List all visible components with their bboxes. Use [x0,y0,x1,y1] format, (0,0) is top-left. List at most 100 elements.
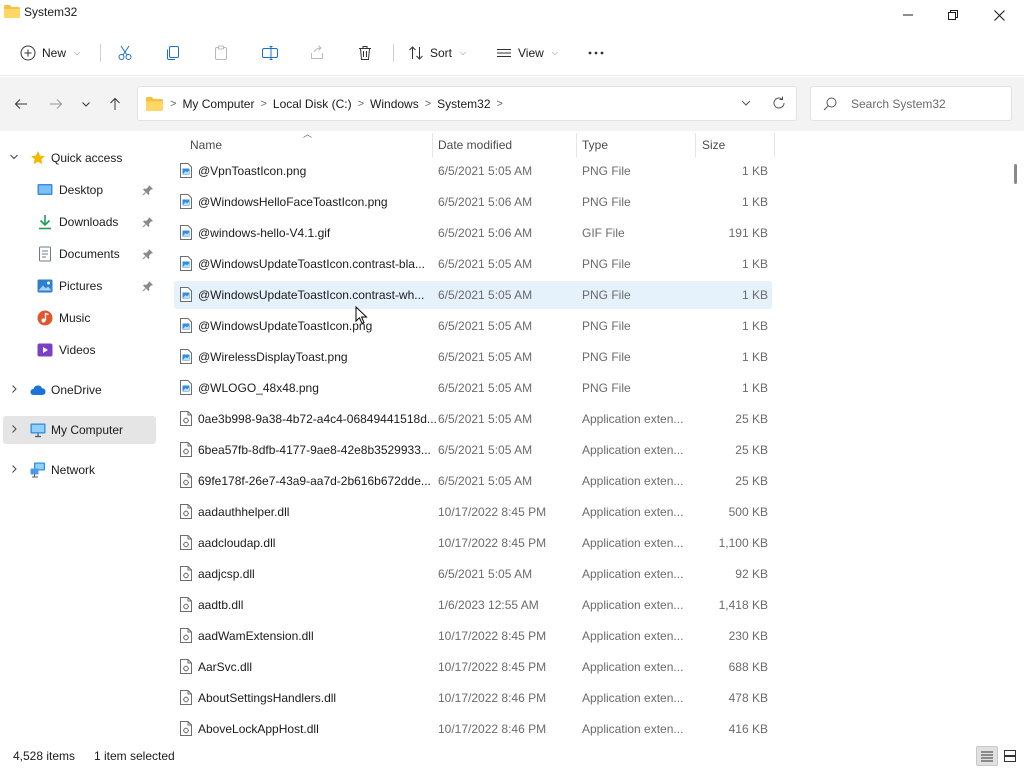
breadcrumb-my-computer[interactable]: My Computer [179,97,257,111]
paste-button[interactable] [213,38,229,68]
navigation-pane: Quick access Desktop Downloads Documents… [0,131,158,742]
file-name: @WirelessDisplayToast.png [198,350,348,364]
sidebar-item-documents[interactable]: Documents [3,240,156,268]
plus-circle-icon [20,45,36,61]
table-row[interactable]: aadjcsp.dll 6/5/2021 5:05 AM Application e… [174,560,772,588]
image-file-icon [180,225,192,243]
address-bar[interactable]: > My Computer > Local Disk (C:) > Window… [137,86,797,121]
chevron-right-icon[interactable] [9,424,19,434]
status-bar: 4,528 items 1 item selected [0,742,1024,768]
view-button[interactable]: View ⌵ [496,38,558,68]
file-name: AarSvc.dll [198,660,253,674]
breadcrumb-windows[interactable]: Windows [367,97,422,111]
table-row[interactable]: AarSvc.dll 10/17/2022 8:45 PM Application … [174,653,772,681]
forward-button[interactable] [46,94,66,114]
breadcrumb-chevron-icon[interactable]: > [355,98,367,110]
table-row[interactable]: @WirelessDisplayToast.png 6/5/2021 5:05 A… [174,343,772,371]
table-row[interactable]: AboveLockAppHost.dll 10/17/2022 8:46 PM Ap… [174,715,772,743]
sidebar-item-network[interactable]: Network [3,456,156,484]
file-type: Application exten... [582,598,684,612]
column-header-size[interactable]: Size [702,131,725,159]
sidebar-item-pictures[interactable]: Pictures [3,272,156,300]
rename-icon [262,46,278,60]
table-row[interactable]: 69fe178f-26e7-43a9-aa7d-2b616b672dde... 6… [174,467,772,495]
column-divider[interactable] [576,133,577,157]
file-date-modified: 10/17/2022 8:45 PM [438,505,547,519]
sidebar-item-quick-access[interactable]: Quick access [3,144,156,172]
up-button[interactable] [105,94,125,114]
breadcrumb-local-disk[interactable]: Local Disk (C:) [270,97,355,111]
restore-button[interactable] [930,0,976,30]
table-row[interactable]: aadWamExtension.dll 10/17/2022 8:45 PM App… [174,622,772,650]
table-row[interactable]: @windows-hello-V4.1.gif 6/5/2021 5:06 AM G… [174,219,772,247]
sidebar-item-desktop[interactable]: Desktop [3,176,156,204]
file-type: PNG File [582,288,631,302]
breadcrumb-chevron-icon[interactable]: > [257,98,269,110]
file-size: 1 KB [741,319,768,333]
table-row[interactable]: @VpnToastIcon.png 6/5/2021 5:05 AM PNG Fil… [174,157,772,185]
refresh-button[interactable] [771,95,787,114]
sidebar-item-music[interactable]: Music [3,304,156,332]
table-row[interactable]: @WindowsUpdateToastIcon.contrast-bla... 6… [174,250,772,278]
file-type: Application exten... [582,660,684,674]
column-divider[interactable] [774,133,775,157]
table-row[interactable]: aadtb.dll 1/6/2023 12:55 AM Application ex… [174,591,772,619]
address-history-button[interactable] [738,95,754,114]
table-row[interactable]: @WindowsUpdateToastIcon.png 6/5/2021 5:05… [174,312,772,340]
pin-icon [142,185,153,196]
sidebar-item-my-computer[interactable]: My Computer [3,416,156,444]
minimize-button[interactable] [885,0,931,30]
rename-button[interactable] [261,38,279,68]
table-row[interactable]: AboutSettingsHandlers.dll 10/17/2022 8:46… [174,684,772,712]
table-row[interactable]: 6bea57fb-8dfb-4177-9ae8-42e8b3529933... 6… [174,436,772,464]
recent-locations-button[interactable] [76,94,96,114]
column-divider[interactable] [695,133,696,157]
column-header-type[interactable]: Type [582,131,608,159]
copy-button[interactable] [165,38,181,68]
new-button[interactable]: New ⌵ [20,38,80,68]
chevron-right-icon[interactable] [9,464,19,474]
chevron-down-icon[interactable] [9,152,19,162]
close-button[interactable] [976,0,1022,30]
breadcrumb-system32[interactable]: System32 [434,97,493,111]
file-size: 25 KB [735,412,768,426]
table-row[interactable]: @WindowsHelloFaceToastIcon.png 6/5/2021 5… [174,188,772,216]
search-input[interactable]: Search System32 [810,86,1012,121]
dll-file-icon [180,411,192,429]
file-type: PNG File [582,381,631,395]
column-header-date[interactable]: Date modified [438,131,512,159]
sidebar-item-onedrive[interactable]: OneDrive [3,376,156,404]
sort-button[interactable]: Sort ⌵ [408,38,466,68]
vertical-scrollbar[interactable] [1014,164,1017,184]
view-icon [497,49,511,57]
file-size: 1 KB [741,288,768,302]
file-type: Application exten... [582,567,684,581]
file-type: Application exten... [582,474,684,488]
file-name: aadWamExtension.dll [198,629,314,643]
breadcrumb-chevron-icon[interactable]: > [422,98,434,110]
sidebar-item-videos[interactable]: Videos [3,336,156,364]
column-header-name[interactable]: Name [190,131,222,159]
selection-count: 1 item selected [94,749,175,763]
more-button[interactable] [587,38,605,68]
table-row[interactable]: 0ae3b998-9a38-4b72-a4c4-06849441518d... 6… [174,405,772,433]
file-size: 1 KB [741,350,768,364]
file-size: 1 KB [741,381,768,395]
chevron-right-icon[interactable] [9,384,19,394]
minimize-icon [903,14,913,16]
column-divider[interactable] [432,133,433,157]
sidebar-item-downloads[interactable]: Downloads [3,208,156,236]
details-view-button[interactable] [976,746,998,766]
table-row[interactable]: @WLOGO_48x48.png 6/5/2021 5:05 AM PNG File… [174,374,772,402]
delete-button[interactable] [357,38,373,68]
table-row[interactable]: @WindowsUpdateToastIcon.contrast-wh... 6/… [174,281,772,309]
table-row[interactable]: aadcloudap.dll 10/17/2022 8:45 PM Applicat… [174,529,772,557]
file-date-modified: 6/5/2021 5:06 AM [438,226,533,240]
cut-button[interactable] [117,38,133,68]
share-button[interactable] [309,38,325,68]
breadcrumb-chevron-icon[interactable]: > [494,98,506,110]
sidebar-item-label: Downloads [59,215,119,229]
back-button[interactable] [11,94,31,114]
table-row[interactable]: aadauthhelper.dll 10/17/2022 8:45 PM Appli… [174,498,772,526]
tiles-view-button[interactable] [999,746,1021,766]
